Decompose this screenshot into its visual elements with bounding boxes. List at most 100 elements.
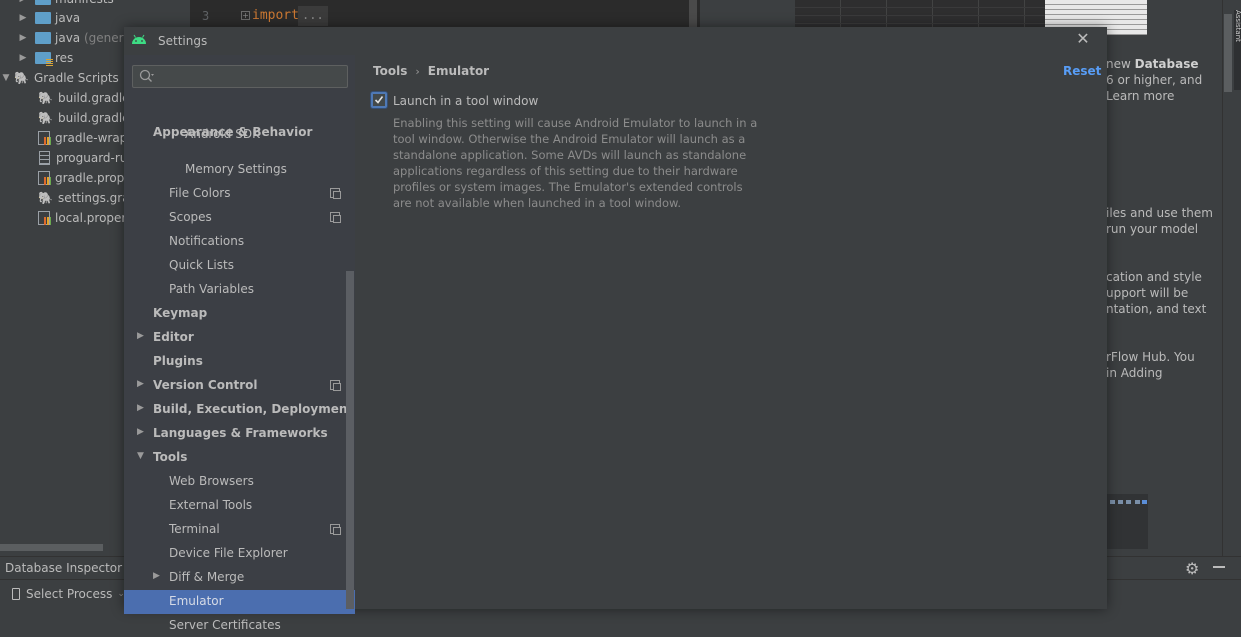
expand-arrow-icon[interactable]: ▶	[137, 379, 144, 389]
select-process-dropdown[interactable]: Select Process ⌄	[12, 587, 125, 601]
nav-item-emulator[interactable]: Emulator	[169, 589, 224, 613]
expand-arrow-icon[interactable]: ▶	[137, 331, 144, 341]
settings-search-box[interactable]	[132, 65, 348, 88]
tree-item-local-properties[interactable]: local.properti	[36, 208, 134, 228]
import-keyword: import	[252, 8, 299, 23]
expand-arrow-icon[interactable]: ▶	[153, 571, 160, 581]
expand-arrow-icon[interactable]: ▶	[17, 0, 29, 4]
assistant-learn-more-link[interactable]: Learn more	[1106, 88, 1174, 104]
nav-item-editor[interactable]: Editor	[153, 325, 194, 349]
editor-scrollbar[interactable]	[689, 0, 697, 27]
breadcrumb-item-tools[interactable]: Tools	[373, 64, 407, 78]
expand-arrow-icon[interactable]: ▶	[137, 403, 144, 413]
assistant-scrollbar[interactable]	[1224, 14, 1232, 92]
tree-item-label: gradle-wrapp	[55, 131, 135, 145]
gradle-icon: 🐘	[14, 71, 29, 85]
nav-item-notifications[interactable]: Notifications	[169, 229, 244, 253]
assistant-text-line: run your model	[1106, 222, 1199, 236]
assistant-text-line: new Database	[1106, 57, 1199, 71]
minimize-icon[interactable]	[1213, 566, 1225, 568]
project-scope-icon	[330, 188, 341, 199]
nav-item-path-variables[interactable]: Path Variables	[169, 277, 254, 301]
android-icon	[132, 34, 146, 44]
settings-dialog: Settings ✕ Android SDK Appearance & Beha…	[124, 27, 1107, 632]
nav-item-label: Emulator	[169, 594, 224, 608]
nav-item-keymap[interactable]: Keymap	[153, 301, 207, 325]
launch-in-tool-window-label[interactable]: Launch in a tool window	[393, 94, 538, 108]
tree-item-res[interactable]: ▶ res	[17, 48, 73, 68]
nav-item-languages-frameworks[interactable]: Languages & Frameworks	[153, 421, 328, 445]
nav-item-server-certificates[interactable]: Server Certificates	[169, 613, 281, 637]
horizontal-scrollbar[interactable]	[0, 544, 103, 551]
nav-item-quick-lists[interactable]: Quick Lists	[169, 253, 234, 277]
tree-item-build-gradle[interactable]: 🐘 build.gradle (	[36, 88, 138, 108]
nav-scrollbar[interactable]	[346, 271, 354, 609]
collapse-arrow-icon[interactable]: ▼	[0, 73, 12, 83]
nav-item-device-file-explorer[interactable]: Device File Explorer	[169, 541, 288, 565]
close-icon[interactable]: ✕	[1075, 31, 1091, 47]
nav-item-label: Notifications	[169, 234, 245, 248]
tree-item-settings-gradle[interactable]: 🐘 settings.grad	[36, 188, 137, 208]
assistant-tab[interactable]: Assistant	[1234, 10, 1241, 90]
device-icon	[12, 588, 20, 600]
settings-search-input[interactable]	[157, 67, 343, 86]
breadcrumb: Tools › Emulator	[373, 64, 489, 78]
code-editor[interactable]: 3 + import ...	[190, 0, 700, 27]
nav-item-label: Version Control	[153, 378, 258, 392]
database-table-preview	[795, 0, 1045, 27]
gear-icon[interactable]: ⚙	[1185, 559, 1199, 578]
dialog-titlebar[interactable]: Settings ✕	[124, 27, 1107, 55]
launch-in-tool-window-checkbox[interactable]	[371, 92, 387, 108]
project-scope-icon	[330, 212, 341, 223]
nav-item-label: Editor	[153, 330, 194, 344]
nav-item-tools[interactable]: Tools	[153, 445, 187, 469]
tree-item-build-gradle[interactable]: 🐘 build.gradle (	[36, 108, 138, 128]
assistant-text-line: in Adding	[1106, 366, 1163, 380]
tree-item-label: res	[55, 51, 74, 65]
fold-expand-icon[interactable]: +	[241, 11, 250, 20]
tree-item-java[interactable]: ▶ java	[17, 8, 81, 28]
reset-button[interactable]: Reset	[1063, 64, 1101, 78]
properties-icon	[38, 171, 51, 185]
nav-item-label: Device File Explorer	[169, 546, 288, 560]
tree-item-gradle-wrapper[interactable]: gradle-wrapp	[36, 128, 135, 148]
gradle-icon: 🐘	[38, 191, 53, 205]
nav-item-external-tools[interactable]: External Tools	[169, 493, 252, 517]
nav-item-file-colors[interactable]: File Colors	[169, 181, 230, 205]
assistant-text-line: upport will be	[1106, 286, 1189, 300]
tree-item-label: local.properti	[55, 211, 135, 225]
settings-content-panel: Tools › Emulator Reset Launch in a tool …	[355, 55, 1107, 609]
search-icon	[139, 69, 154, 82]
nav-item-label: File Colors	[169, 186, 231, 200]
nav-item-terminal[interactable]: Terminal	[169, 517, 220, 541]
nav-item-label: Terminal	[169, 522, 220, 536]
assistant-text-line: rFlow Hub. You	[1106, 350, 1195, 364]
breadcrumb-item-emulator: Emulator	[427, 64, 490, 78]
tree-item-label: Gradle Scripts	[34, 71, 119, 85]
collapse-arrow-icon[interactable]: ▼	[137, 451, 144, 461]
nav-item-version-control[interactable]: Version Control	[153, 373, 258, 397]
nav-sticky-header[interactable]: Appearance & Behavior	[124, 123, 346, 141]
nav-item-label: External Tools	[169, 498, 253, 512]
nav-item-diff-merge[interactable]: Diff & Merge	[169, 565, 244, 589]
expand-arrow-icon[interactable]: ▶	[17, 13, 29, 23]
nav-item-scopes[interactable]: Scopes	[169, 205, 212, 229]
nav-item-plugins[interactable]: Plugins	[153, 349, 203, 373]
nav-item-web-browsers[interactable]: Web Browsers	[169, 469, 254, 493]
tree-item-gradle-properties[interactable]: gradle.proper	[36, 168, 137, 188]
expand-arrow-icon[interactable]: ▶	[137, 427, 144, 437]
tree-item-label: java	[55, 11, 81, 25]
tree-item-java-generated[interactable]: ▶ java (generat	[17, 28, 136, 48]
expand-arrow-icon[interactable]: ▶	[17, 53, 29, 63]
folded-imports[interactable]: ...	[298, 6, 328, 26]
gradle-icon: 🐘	[38, 111, 53, 125]
tree-item-gradle-scripts[interactable]: ▼ 🐘 Gradle Scripts	[0, 68, 119, 88]
nav-item-build-execution-deployment[interactable]: Build, Execution, Deployment	[153, 397, 353, 421]
breadcrumb-separator-icon: ›	[415, 64, 420, 78]
tree-item-label: proguard-rul	[56, 151, 131, 165]
tree-item-proguard[interactable]: proguard-rul	[36, 148, 131, 168]
resource-folder-icon	[35, 52, 53, 66]
expand-arrow-icon[interactable]: ▶	[17, 33, 29, 43]
nav-item-memory-settings[interactable]: Memory Settings	[185, 157, 287, 181]
settings-nav-panel: Android SDK Appearance & Behavior Memory…	[124, 55, 355, 632]
